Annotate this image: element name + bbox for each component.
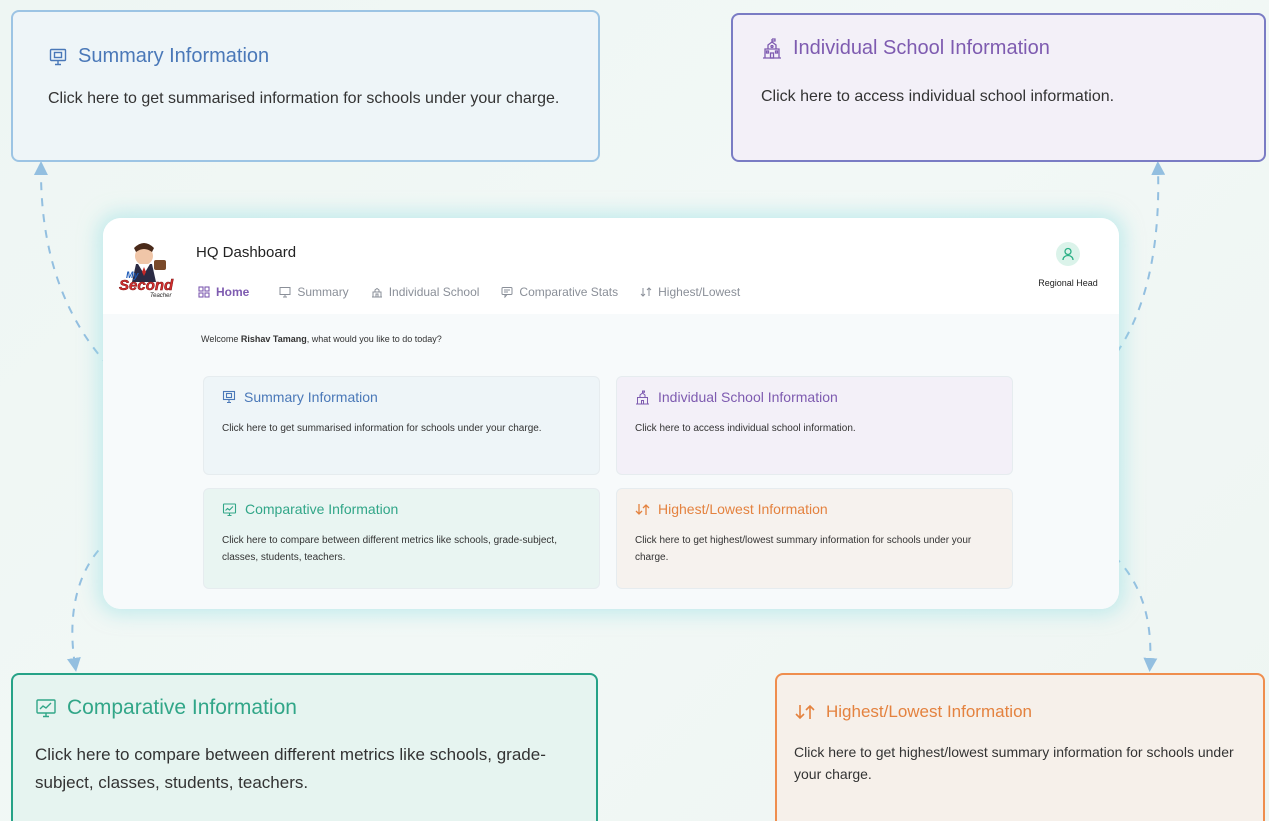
nav-item-label: Highest/Lowest [658, 285, 741, 299]
nav-item-summary[interactable]: Summary [279, 285, 349, 299]
callout-highlow-description: Click here to get highest/lowest summary… [794, 744, 1234, 782]
callout-individual-school-information[interactable]: Individual School Information Click here… [731, 13, 1266, 162]
my-second-teacher-logo[interactable]: My Second Teacher [116, 234, 184, 302]
callout-individual-description: Click here to access individual school i… [761, 88, 1115, 105]
school-icon [635, 390, 650, 405]
card-comparative-title-row: Comparative Information [222, 501, 398, 517]
card-summary-title-row: Summary Information [222, 389, 378, 405]
card-highest-lowest-information[interactable]: Highest/Lowest Information Click here to… [616, 488, 1013, 589]
nav-item-label: Individual School [388, 285, 480, 299]
card-individual-description: Click here to access individual school i… [635, 423, 856, 434]
svg-text:Teacher: Teacher [150, 293, 172, 299]
school-icon [371, 286, 383, 298]
chart-monitor-icon [35, 697, 57, 719]
grid-icon [198, 286, 210, 298]
callout-summary-description: Click here to get summarised information… [48, 90, 560, 107]
nav-item-comparative-stats[interactable]: Comparative Stats [501, 285, 618, 299]
callout-comparative-title-row: Comparative Information [35, 696, 297, 720]
welcome-message: Welcome Rishav Tamang, what would you li… [201, 334, 442, 344]
card-individual-title-row: Individual School Information [635, 389, 838, 405]
callout-individual-title: Individual School Information [793, 37, 1050, 59]
user-role: Regional Head [1038, 278, 1098, 288]
main-nav: Home Summary Individual School Comparati… [198, 285, 762, 299]
nav-item-individual-school[interactable]: Individual School [371, 285, 480, 299]
nav-item-label: Summary [297, 285, 349, 299]
card-individual-school-information[interactable]: Individual School Information Click here… [616, 376, 1013, 475]
callout-highest-lowest-information[interactable]: Highest/Lowest Information Click here to… [775, 673, 1265, 821]
card-highlow-title-row: Highest/Lowest Information [635, 501, 828, 517]
user-avatar[interactable] [1056, 242, 1080, 266]
dashboard-body: Welcome Rishav Tamang, what would you li… [103, 314, 1119, 609]
sort-arrows-icon [794, 703, 816, 721]
callout-individual-title-row: Individual School Information [761, 37, 1050, 60]
nav-item-home[interactable]: Home [198, 285, 249, 299]
dashboard-title: HQ Dashboard [196, 244, 297, 261]
callout-comparative-information[interactable]: Comparative Information Click here to co… [11, 673, 598, 821]
card-summary-title: Summary Information [244, 389, 378, 405]
card-comparative-title: Comparative Information [245, 501, 399, 517]
nav-item-label: Home [216, 285, 250, 299]
monitor-icon [48, 47, 68, 67]
card-comparative-description: Click here to compare between different … [222, 535, 557, 563]
card-summary-description: Click here to get summarised information… [222, 423, 542, 434]
chart-monitor-icon [222, 502, 237, 517]
callout-summary-title-row: Summary Information [48, 45, 269, 68]
callout-comparative-description: Click here to compare between different … [35, 745, 546, 792]
chat-icon [501, 286, 513, 298]
sort-arrows-icon [640, 287, 652, 297]
nav-item-highest-lowest[interactable]: Highest/Lowest [640, 285, 740, 299]
dashboard-header: My Second Teacher HQ Dashboard Home Summ… [103, 218, 1119, 314]
callout-highlow-title-row: Highest/Lowest Information [794, 702, 1032, 722]
monitor-icon [279, 286, 291, 298]
callout-comparative-title: Comparative Information [67, 696, 297, 719]
monitor-icon [222, 390, 236, 404]
welcome-user-name: Rishav Tamang [240, 334, 307, 344]
callout-highlow-title: Highest/Lowest Information [826, 702, 1032, 721]
nav-item-label: Comparative Stats [519, 285, 619, 299]
welcome-suffix: , what would you like to do today? [306, 334, 442, 344]
svg-text:Second: Second [119, 277, 174, 294]
welcome-prefix: Welcome [201, 334, 241, 344]
school-icon [761, 37, 783, 60]
callout-summary-information[interactable]: Summary Information Click here to get su… [11, 10, 600, 162]
card-highlow-title: Highest/Lowest Information [658, 501, 828, 517]
card-highlow-description: Click here to get highest/lowest summary… [635, 535, 972, 563]
card-comparative-information[interactable]: Comparative Information Click here to co… [203, 488, 600, 589]
card-summary-information[interactable]: Summary Information Click here to get su… [203, 376, 600, 475]
card-individual-title: Individual School Information [658, 389, 838, 405]
sort-arrows-icon [635, 503, 650, 516]
callout-summary-title: Summary Information [78, 45, 270, 67]
dashboard-preview: My Second Teacher HQ Dashboard Home Summ… [103, 218, 1119, 609]
